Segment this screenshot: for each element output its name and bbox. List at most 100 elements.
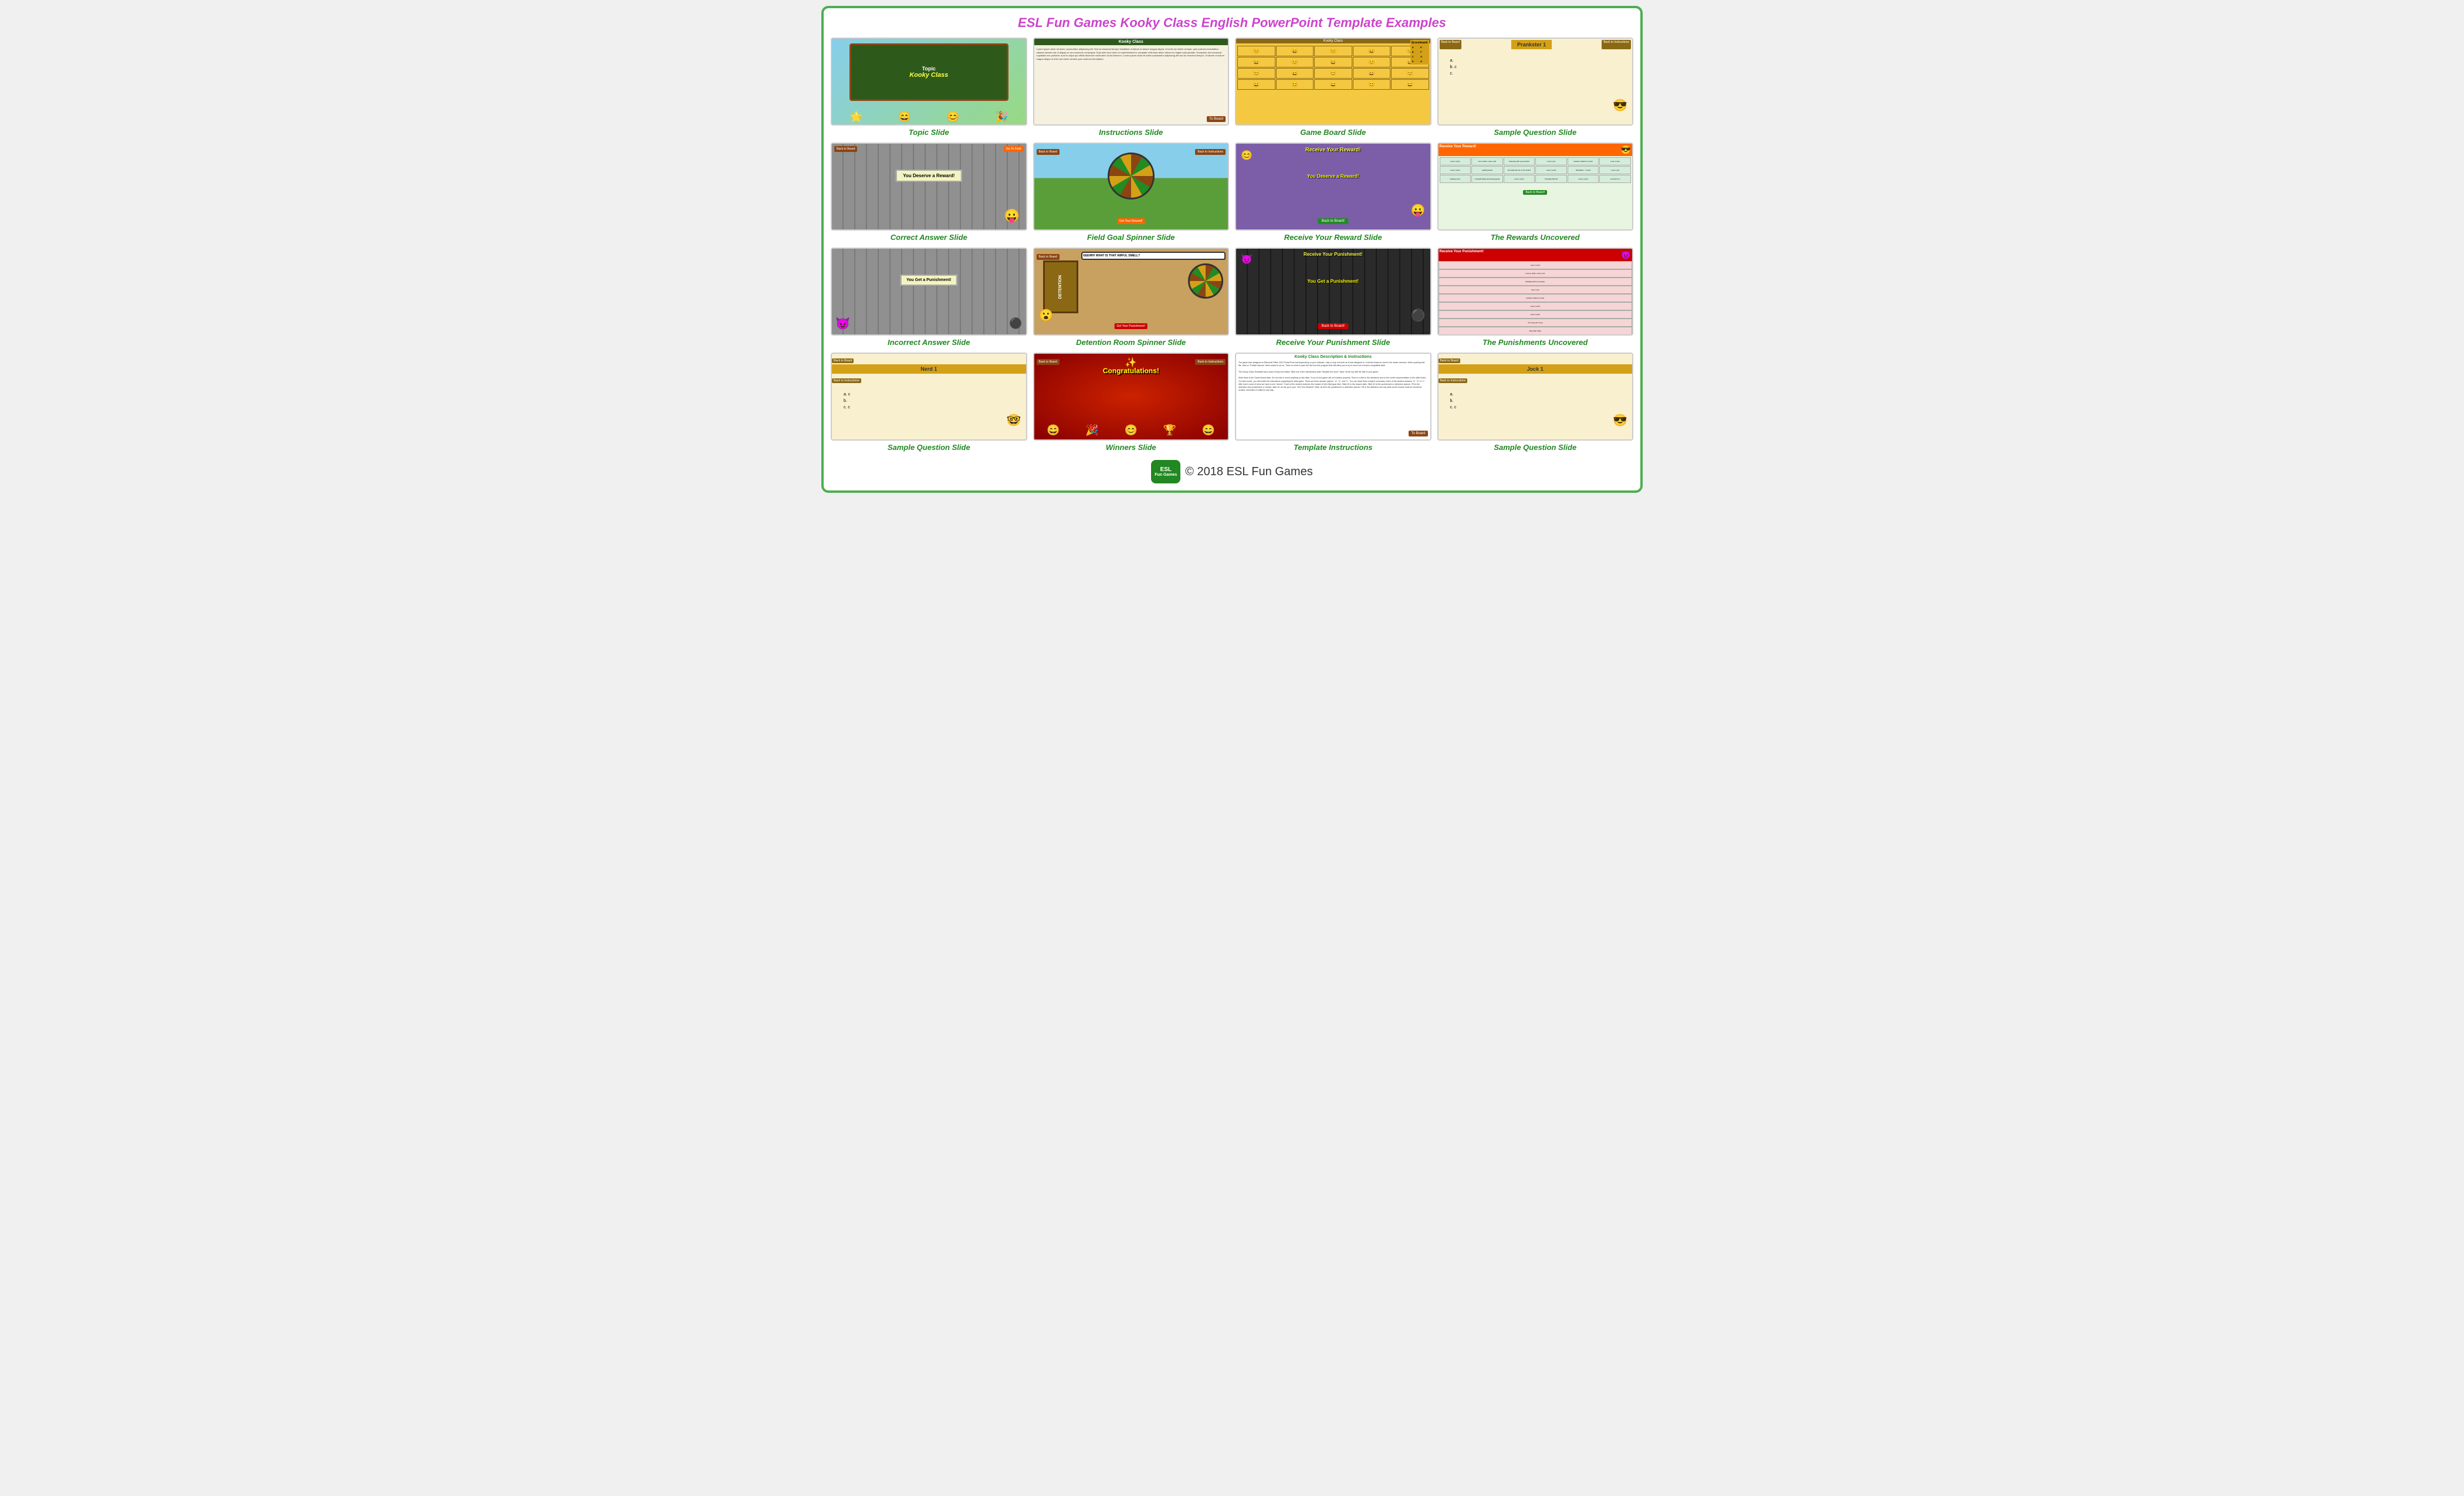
punishment-board-back: Back to Board! <box>1318 319 1348 330</box>
speech-bubble: EEEWH! WHAT IS THAT AWFUL SMELL? <box>1081 252 1226 260</box>
punishment-cell: You sing your song <box>1439 319 1633 327</box>
punishment-board-title: Receive Your Punishment! <box>1304 252 1363 257</box>
jock-emoji: 😎 <box>1613 413 1627 428</box>
back-inst-jock[interactable]: Back to Instructions <box>1439 378 1468 383</box>
reward-cell: No head can be on the board <box>1504 166 1535 174</box>
logo-esl: ESL <box>1160 467 1172 473</box>
slide-cell-incorrect: Back to Board Go To Detention You Get a … <box>831 248 1027 347</box>
slide-cell-detention: Back to Board Back to Instructions DETEN… <box>1033 248 1230 347</box>
spinner-wheel <box>1108 153 1155 199</box>
template-to-board: To Board <box>1409 427 1427 437</box>
punishment-box: You Get a Punishment! <box>901 275 957 286</box>
to-board-template-btn[interactable]: To Board <box>1409 431 1427 436</box>
get-punishment-area: Get Your Punishment! <box>1114 319 1148 330</box>
reward-cell: I thought ideas were being good <box>1471 175 1503 183</box>
get-punishment-btn[interactable]: Get Your Punishment! <box>1114 323 1148 329</box>
scoreboard-title: Scoreboard <box>1412 41 1428 45</box>
reward-cell: Lose 1 pts <box>1599 166 1631 174</box>
detention-slide-label: Detention Room Spinner Slide <box>1076 338 1186 347</box>
main-container: ESL Fun Games Kooky Class English PowerP… <box>821 6 1643 493</box>
back-board-btn-p1[interactable]: Back to Board <box>1440 40 1461 49</box>
slide-cell-punishment-board: Receive Your Punishment! You Get a Punis… <box>1235 248 1431 347</box>
reward-board-emoji: 😛 <box>1411 203 1426 218</box>
back-inst-winners[interactable]: Back to Instructions <box>1195 359 1226 365</box>
score-c: C <box>1412 55 1419 59</box>
slide-cell-punishments-table: Receive Your Punishment! 😈 Lose 1 point … <box>1437 248 1634 347</box>
winner-emoji2: 🎉 <box>1085 424 1098 436</box>
reward-board-subtitle: You Deserve a Reward! <box>1307 174 1359 179</box>
board-cell: 😄 <box>1276 46 1314 56</box>
jock-option-a: a. <box>1450 392 1621 397</box>
option-c: c. <box>1450 72 1621 76</box>
prankster-title: Prankster 1 <box>1511 40 1552 49</box>
slide-cell-fieldgoal: Back to Board Back to Instructions Get Y… <box>1033 143 1230 242</box>
reward-cell: reading aloud <box>1471 166 1503 174</box>
winner-emoji1: 😄 <box>1047 424 1060 436</box>
board-cell: 😄 <box>1237 57 1275 67</box>
score-b: B <box>1412 50 1419 54</box>
char4: 🎉 <box>995 111 1008 123</box>
scoreboard: Scoreboard A E B F C G D H <box>1410 40 1429 65</box>
punishments-grid: Lose 1 point Lose to class. Lose 1 pts R… <box>1439 261 1633 336</box>
jock-slide-label: Sample Question Slide <box>1494 443 1576 452</box>
fireworks-left: ✨ <box>1125 357 1137 368</box>
char2: 😄 <box>898 111 911 123</box>
winner-emoji3: 😊 <box>1125 424 1138 436</box>
detention-sign: DETENTION <box>1058 275 1062 299</box>
back-board-reward[interactable]: Back to Board! <box>1318 218 1348 224</box>
logo-fun-games: Fun Games <box>1155 473 1177 477</box>
board-cell: 😄 <box>1237 79 1275 90</box>
back-board-fieldgoal[interactable]: Back to Board <box>1037 149 1060 155</box>
to-board-btn[interactable]: To Board <box>1207 116 1226 122</box>
nerd-slide-label: Sample Question Slide <box>888 443 970 452</box>
get-reward-btn[interactable]: Get Your Reward! <box>1117 218 1145 224</box>
template-inst-title: Kooky Class Description & Instructions <box>1236 354 1430 360</box>
template-inst-preview: Kooky Class Description & Instructions T… <box>1235 353 1431 441</box>
topic-label: Topic <box>922 66 936 72</box>
blackboard: Topic Kooky Class <box>849 43 1008 101</box>
board-cell: 😊 <box>1314 68 1352 79</box>
score-e: E <box>1420 45 1427 49</box>
slide-cell-rewards-table: Receive Your Reward! 😎 Lose 1 point Go t… <box>1437 143 1634 242</box>
template-inst-label: Template Instructions <box>1294 443 1373 452</box>
nerd-slide-preview: Back to Board Nerd 1 Back to Instruction… <box>831 353 1027 441</box>
slide-cell-instructions: Kooky Class Lorem ipsum dolor sit amet, … <box>1033 38 1230 137</box>
punishment-cell: another student 1 point <box>1439 294 1633 302</box>
char3: 😊 <box>946 111 959 123</box>
topic-slide-label: Topic Slide <box>909 128 949 137</box>
back-board-nerd[interactable]: Back to Board <box>832 358 854 363</box>
nerd-option-c: c. c <box>844 405 1014 409</box>
back-board-correct[interactable]: Back to Board <box>834 146 857 152</box>
back-inst-fieldgoal[interactable]: Back to Instructions <box>1195 149 1226 155</box>
go-field-btn[interactable]: Go To Field <box>1004 146 1023 152</box>
fieldgoal-nav-left: Back to Board <box>1037 145 1060 155</box>
board-cell: 😊 <box>1276 79 1314 90</box>
inst-header: Kooky Class <box>1034 39 1228 45</box>
back-board-btn-rewards[interactable]: Back to Board! <box>1523 190 1547 195</box>
slide-cell-reward-board: Receive Your Reward! You Deserve a Rewar… <box>1235 143 1431 242</box>
back-board-punishment[interactable]: Back to Board! <box>1318 323 1348 329</box>
reward-cell: Recitation - 1 point <box>1568 166 1599 174</box>
reward-cell: Lose 1 point <box>1504 175 1535 183</box>
back-board-jock[interactable]: Back to Board <box>1439 358 1460 363</box>
punishment-board-subtitle: You Get a Punishment! <box>1308 279 1359 284</box>
reward-board-title: Receive Your Reward! <box>1305 147 1360 153</box>
back-board-detention[interactable]: Back to Board <box>1037 254 1060 260</box>
punishment-cell: Lose to class. Lose 1 pts <box>1439 269 1633 277</box>
back-inst-nerd[interactable]: Back to Instructions <box>832 378 861 383</box>
back-inst-btn-p1[interactable]: Back to Instructions <box>1602 40 1631 49</box>
slide-cell-prankster: Back to Board Prankster 1 Back to Instru… <box>1437 38 1634 137</box>
board-cell: 😄 <box>1353 68 1391 79</box>
punishment-cell: Lose 1 point <box>1439 261 1633 269</box>
incorrect-slide-preview: Back to Board Go To Detention You Get a … <box>831 248 1027 336</box>
board-cell: 😄 <box>1314 57 1352 67</box>
reward-cell: Lose 1 point <box>1535 166 1567 174</box>
nerd-nav: Back to Board Nerd 1 Back to Instruction… <box>832 354 1026 384</box>
back-board-winners[interactable]: Back to Board <box>1037 359 1060 365</box>
gameboard-slide-preview: Kooky Class 😊 😄 😊 😄 😊 😄 😊 😄 😊 😄 😊 😄 😊 <box>1235 38 1431 126</box>
reward-board-label: Receive Your Reward Slide <box>1284 233 1382 242</box>
slide-cell-template-inst: Kooky Class Description & Instructions T… <box>1235 353 1431 452</box>
footer-text: © 2018 ESL Fun Games <box>1185 465 1312 479</box>
prankster-emoji: 😎 <box>1613 98 1627 113</box>
winners-nav-right: Back to Instructions <box>1195 355 1226 365</box>
